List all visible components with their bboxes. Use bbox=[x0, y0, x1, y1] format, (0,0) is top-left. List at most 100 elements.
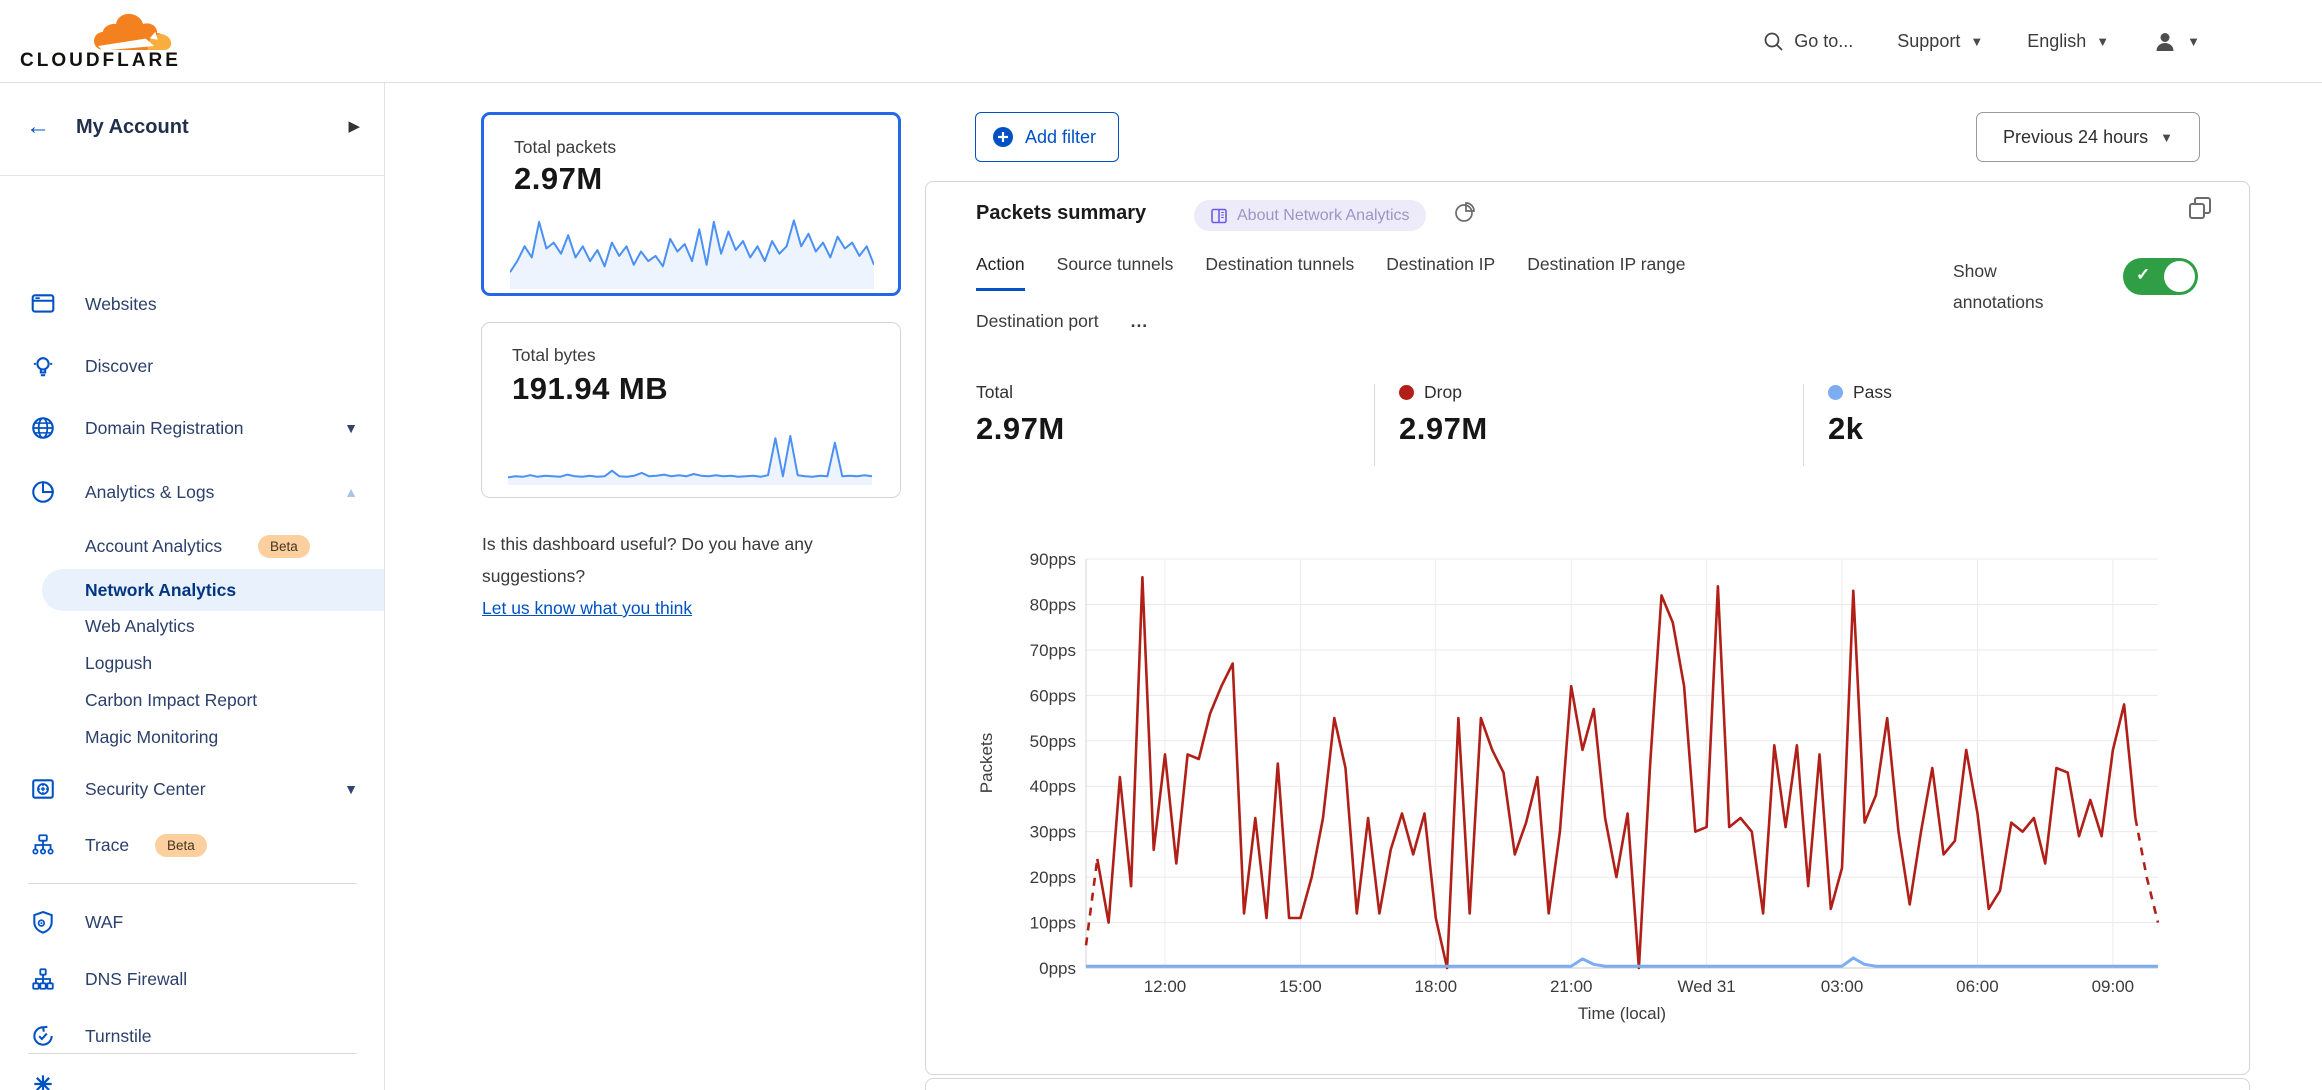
svg-text:18:00: 18:00 bbox=[1415, 977, 1458, 996]
tab-destination-ip-range[interactable]: Destination IP range bbox=[1527, 254, 1685, 291]
total-bytes-card[interactable]: Total bytes 191.94 MB bbox=[481, 322, 901, 498]
stat-label: Total bbox=[976, 382, 1065, 403]
time-range-dropdown[interactable]: Previous 24 hours ▼ bbox=[1976, 112, 2200, 162]
feedback-line2: suggestions? bbox=[482, 560, 912, 592]
chevron-down-icon: ▼ bbox=[2096, 34, 2109, 49]
goto-search[interactable]: Go to... bbox=[1763, 31, 1853, 52]
sidebar-item-analytics-logs[interactable]: Analytics & Logs ▲ bbox=[0, 467, 384, 517]
sidebar-item-trace[interactable]: Trace Beta bbox=[0, 820, 384, 870]
zero-trust-icon[interactable] bbox=[30, 1071, 56, 1090]
total-packets-card[interactable]: Total packets 2.97M bbox=[481, 112, 901, 296]
drop-dot bbox=[1399, 385, 1414, 400]
packets-summary-panel: Packets summary About Network Analytics … bbox=[925, 181, 2250, 1075]
sidebar-item-domain-registration[interactable]: Domain Registration ▼ bbox=[0, 403, 384, 453]
sidebar-item-discover[interactable]: Discover bbox=[0, 341, 384, 391]
tab-source-tunnels[interactable]: Source tunnels bbox=[1057, 254, 1174, 291]
sidebar-item-dns-firewall[interactable]: DNS Firewall bbox=[0, 954, 384, 1004]
beta-badge: Beta bbox=[258, 535, 310, 558]
about-network-analytics-pill[interactable]: About Network Analytics bbox=[1194, 200, 1426, 231]
card-value: 191.94 MB bbox=[512, 371, 668, 407]
chevron-down-icon: ▼ bbox=[2160, 130, 2173, 145]
pie-chart-mini-icon[interactable] bbox=[1453, 200, 1477, 224]
stat-divider bbox=[1803, 384, 1804, 466]
show-annotations-toggle[interactable]: ✓ bbox=[2123, 258, 2198, 295]
search-icon bbox=[1763, 31, 1784, 52]
svg-text:06:00: 06:00 bbox=[1956, 977, 1999, 996]
sidebar-item-web-analytics[interactable]: Web Analytics bbox=[0, 607, 384, 645]
sidebar-item-waf[interactable]: WAF bbox=[0, 897, 384, 947]
x-axis-title: Time (local) bbox=[1578, 1004, 1666, 1023]
tabs-overflow-button[interactable]: ... bbox=[1131, 311, 1149, 345]
sidebar-item-label: Trace bbox=[85, 835, 129, 856]
svg-text:03:00: 03:00 bbox=[1821, 977, 1864, 996]
feedback-link[interactable]: Let us know what you think bbox=[482, 598, 692, 618]
sidebar-item-network-analytics[interactable]: Network Analytics bbox=[42, 569, 385, 611]
chevron-right-icon[interactable]: ▶ bbox=[348, 117, 360, 135]
stat-total: Total 2.97M bbox=[976, 382, 1065, 447]
stat-drop: Drop 2.97M bbox=[1399, 382, 1488, 447]
svg-text:15:00: 15:00 bbox=[1279, 977, 1322, 996]
sidebar-divider bbox=[28, 1053, 357, 1054]
about-pill-label: About Network Analytics bbox=[1237, 207, 1410, 225]
tab-destination-ip[interactable]: Destination IP bbox=[1386, 254, 1495, 291]
sidebar-item-label: Turnstile bbox=[85, 1026, 151, 1047]
svg-text:12:00: 12:00 bbox=[1144, 977, 1187, 996]
svg-text:50pps: 50pps bbox=[1030, 732, 1076, 751]
svg-text:20pps: 20pps bbox=[1030, 868, 1076, 887]
account-menu[interactable]: ▼ bbox=[2153, 30, 2200, 54]
sidebar-item-account-analytics[interactable]: Account Analytics Beta bbox=[0, 527, 384, 565]
sidebar-item-logpush[interactable]: Logpush bbox=[0, 644, 384, 682]
svg-text:10pps: 10pps bbox=[1030, 914, 1076, 933]
tab-destination-tunnels[interactable]: Destination tunnels bbox=[1205, 254, 1354, 291]
sidebar-item-websites[interactable]: Websites bbox=[0, 279, 384, 329]
feedback-line1: Is this dashboard useful? Do you have an… bbox=[482, 528, 912, 560]
turnstile-check-icon bbox=[30, 1023, 56, 1049]
sidebar-item-carbon-impact-report[interactable]: Carbon Impact Report bbox=[0, 681, 384, 719]
chevron-down-icon: ▼ bbox=[1970, 34, 1983, 49]
sidebar-divider bbox=[28, 883, 357, 884]
language-label: English bbox=[2027, 31, 2086, 52]
packets-time-series-chart[interactable]: 0pps10pps20pps30pps40pps50pps60pps70pps8… bbox=[956, 541, 2216, 1046]
sidebar-item-label: Domain Registration bbox=[85, 418, 244, 439]
sidebar-account-header[interactable]: ← My Account ▶ bbox=[0, 83, 384, 176]
svg-text:70pps: 70pps bbox=[1030, 641, 1076, 660]
cloudflare-logo[interactable]: CLOUDFLARE bbox=[20, 6, 190, 76]
svg-text:90pps: 90pps bbox=[1030, 550, 1076, 569]
sidebar-item-label: Network Analytics bbox=[85, 580, 236, 601]
account-title: My Account bbox=[76, 116, 189, 139]
expand-icon[interactable] bbox=[2185, 194, 2215, 224]
stat-value: 2.97M bbox=[1399, 411, 1488, 447]
security-vault-icon bbox=[30, 776, 56, 802]
plus-circle-icon bbox=[992, 126, 1014, 148]
chevron-down-icon: ▼ bbox=[2187, 34, 2200, 49]
shield-gear-icon bbox=[30, 909, 56, 935]
back-arrow-icon[interactable]: ← bbox=[26, 113, 50, 141]
cloudflare-cloud-icon bbox=[86, 10, 182, 54]
y-axis-title: Packets bbox=[977, 733, 996, 793]
user-icon bbox=[2153, 30, 2177, 54]
add-filter-button[interactable]: Add filter bbox=[975, 112, 1119, 162]
tab-action[interactable]: Action bbox=[976, 254, 1025, 291]
sidebar-item-label: Security Center bbox=[85, 779, 206, 800]
sidebar-item-label: Magic Monitoring bbox=[85, 727, 218, 748]
sidebar-item-label: Web Analytics bbox=[85, 616, 195, 637]
support-label: Support bbox=[1897, 31, 1960, 52]
tab-destination-port[interactable]: Destination port bbox=[976, 311, 1099, 345]
stat-label: Drop bbox=[1424, 382, 1462, 403]
language-menu[interactable]: English ▼ bbox=[2027, 31, 2109, 52]
support-menu[interactable]: Support ▼ bbox=[1897, 31, 1983, 52]
stat-label: Pass bbox=[1853, 382, 1892, 403]
stat-divider bbox=[1374, 384, 1375, 466]
chevron-up-icon: ▲ bbox=[344, 484, 358, 500]
sidebar-item-security-center[interactable]: Security Center ▼ bbox=[0, 764, 384, 814]
sidebar-item-label: Carbon Impact Report bbox=[85, 690, 257, 711]
book-icon bbox=[1210, 207, 1228, 225]
sidebar-item-label: Account Analytics bbox=[85, 536, 222, 557]
sidebar: ← My Account ▶ Websites Discover Domain … bbox=[0, 83, 385, 1090]
panel-title: Packets summary bbox=[976, 202, 1146, 225]
check-icon: ✓ bbox=[2136, 265, 2150, 285]
browser-icon bbox=[30, 291, 56, 317]
total-packets-sparkline bbox=[510, 209, 874, 289]
sidebar-item-magic-monitoring[interactable]: Magic Monitoring bbox=[0, 718, 384, 756]
svg-text:30pps: 30pps bbox=[1030, 823, 1076, 842]
